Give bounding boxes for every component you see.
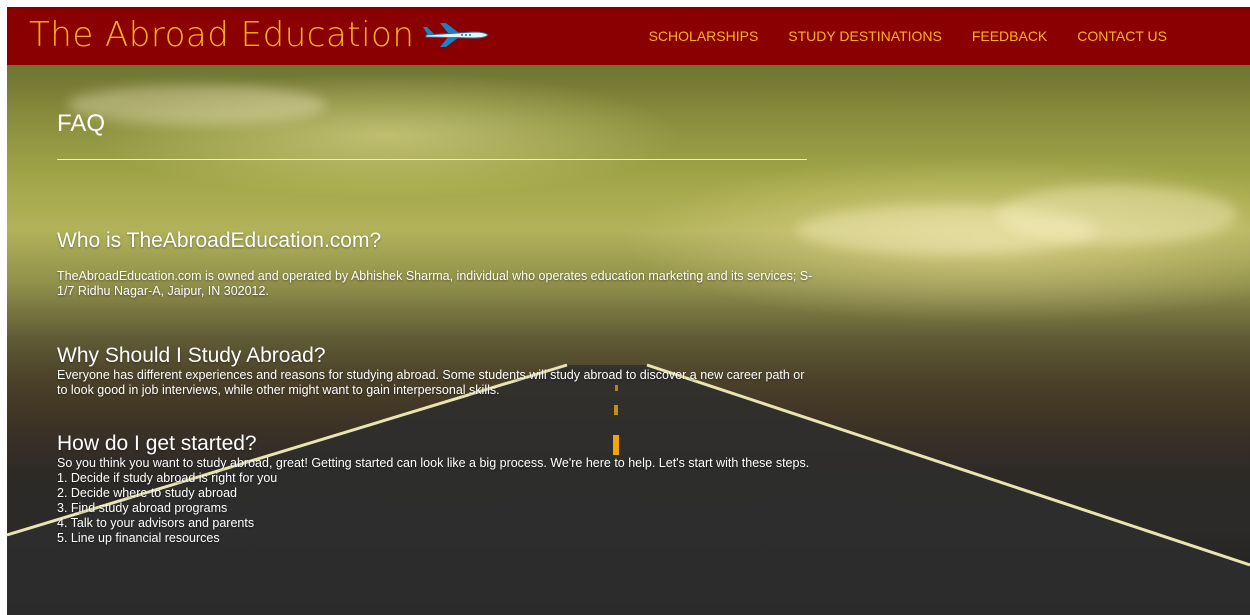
list-item: 5. Line up financial resources [57, 531, 220, 545]
nav-contact-us[interactable]: CONTACT US [1062, 28, 1182, 44]
faq-item: Why Should I Study Abroad? Everyone has … [57, 344, 817, 398]
faq-answer: So you think you want to study abroad, g… [57, 456, 810, 470]
faq-item: How do I get started? So you think you w… [57, 432, 817, 546]
page: The Abroad Education SCHOLARSHIPS STUDY … [7, 7, 1250, 615]
steps-list: 1. Decide if study abroad is right for y… [57, 471, 817, 546]
faq-item: Who is TheAbroadEducation.com? TheAbroad… [57, 229, 817, 299]
faq-answer: Everyone has different experiences and r… [57, 368, 805, 397]
faq-answer: TheAbroadEducation.com is owned and oper… [57, 269, 813, 298]
nav-feedback[interactable]: FEEDBACK [957, 28, 1062, 44]
header-bar: The Abroad Education SCHOLARSHIPS STUDY … [7, 7, 1250, 66]
faq-question: Why Should I Study Abroad? [57, 344, 326, 367]
list-item: 1. Decide if study abroad is right for y… [57, 471, 278, 485]
title-divider [57, 159, 807, 160]
list-item: 4. Talk to your advisors and parents [57, 516, 255, 530]
nav-scholarships[interactable]: SCHOLARSHIPS [634, 28, 774, 44]
site-logo[interactable]: The Abroad Education [29, 13, 490, 57]
list-item: 3. Find study abroad programs [57, 501, 228, 515]
logo-text: The Abroad Education [29, 15, 415, 55]
main-nav: SCHOLARSHIPS STUDY DESTINATIONS FEEDBACK… [634, 7, 1182, 65]
page-title: FAQ [57, 110, 106, 137]
list-item: 2. Decide where to study abroad [57, 486, 237, 500]
faq-question: Who is TheAbroadEducation.com? [57, 229, 382, 252]
faq-question: How do I get started? [57, 432, 257, 455]
nav-study-destinations[interactable]: STUDY DESTINATIONS [773, 28, 957, 44]
airplane-icon [423, 23, 490, 47]
